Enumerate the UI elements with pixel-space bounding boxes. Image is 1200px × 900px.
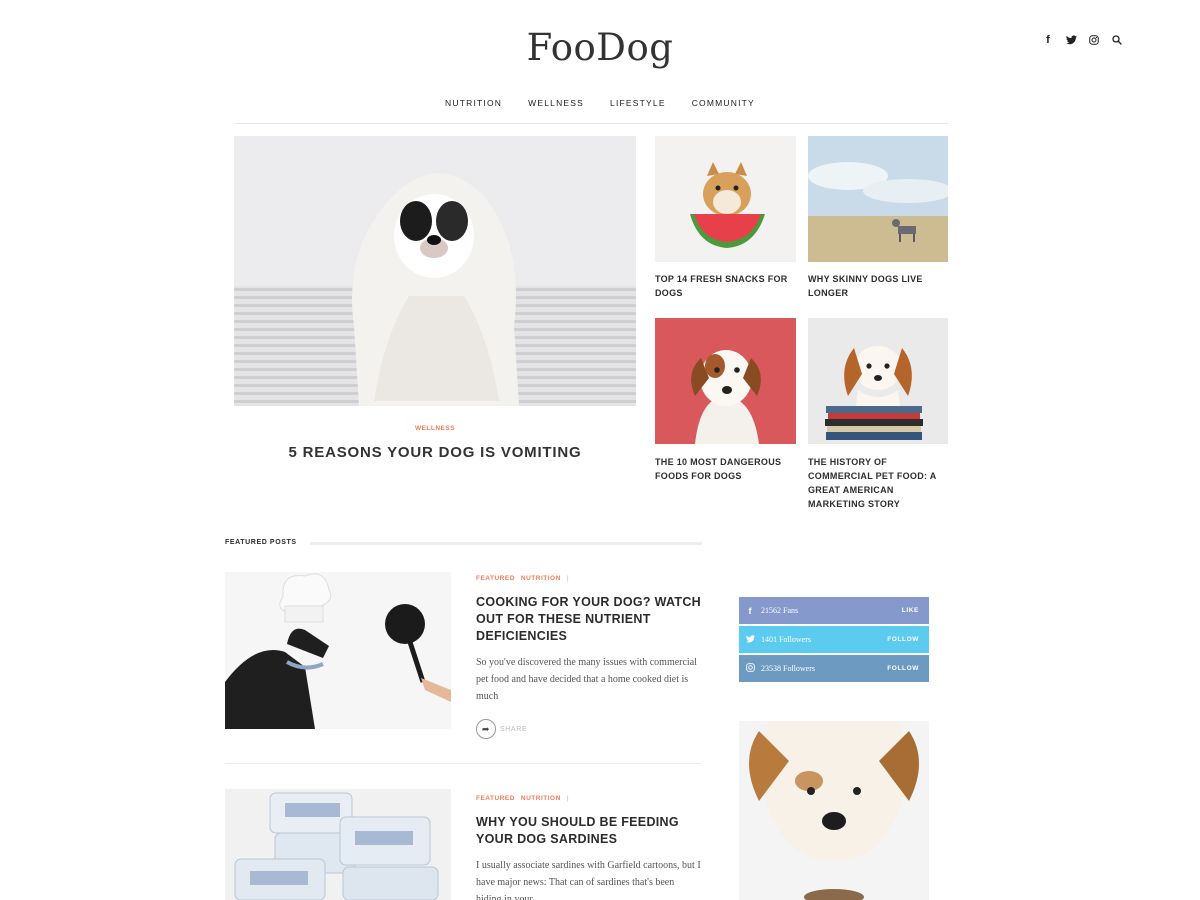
- post-title[interactable]: WHY YOU SHOULD BE FEEDING YOUR DOG SARDI…: [476, 814, 702, 848]
- header-divider: [234, 123, 948, 124]
- social-instagram-row[interactable]: 23538 Followers FOLLOW: [739, 655, 929, 682]
- main-nav: NUTRITION WELLNESS LIFESTYLE COMMUNITY: [0, 98, 1200, 108]
- instagram-icon: [739, 663, 761, 674]
- instagram-icon[interactable]: [1087, 33, 1101, 47]
- post-excerpt: I usually associate sardines with Garfie…: [476, 860, 701, 900]
- post-categories: FEATURED NUTRITION |: [476, 575, 569, 582]
- social-twitter-row[interactable]: 1401 Followers FOLLOW: [739, 626, 929, 653]
- post-categories: FEATURED NUTRITION |: [476, 795, 569, 802]
- grid-title-snacks[interactable]: TOP 14 FRESH SNACKS FOR DOGS: [655, 272, 796, 300]
- site-logo[interactable]: FooDog: [0, 26, 1200, 69]
- twitter-followers-count: 1401 Followers: [761, 635, 811, 644]
- post-image-sardines[interactable]: [225, 789, 451, 900]
- category-divider: |: [566, 575, 570, 582]
- share-button[interactable]: ➦ SHARE: [476, 719, 527, 739]
- instagram-followers-count: 23538 Followers: [761, 664, 815, 673]
- header-social-links: f: [1041, 33, 1124, 47]
- nav-item-nutrition[interactable]: NUTRITION: [445, 98, 502, 108]
- twitter-icon: [739, 634, 761, 645]
- nav-item-wellness[interactable]: WELLNESS: [528, 98, 584, 108]
- twitter-follow-button[interactable]: FOLLOW: [887, 636, 929, 643]
- facebook-icon[interactable]: f: [1041, 33, 1055, 47]
- hero-category[interactable]: WELLNESS: [234, 425, 636, 432]
- social-facebook-row[interactable]: f 21562 Fans LIKE: [739, 597, 929, 624]
- search-icon[interactable]: [1110, 33, 1124, 47]
- instagram-follow-button[interactable]: FOLLOW: [887, 665, 929, 672]
- grid-image-pet-food-history[interactable]: [808, 318, 948, 444]
- grid-title-pet-food-history[interactable]: THE HISTORY OF COMMERCIAL PET FOOD: A GR…: [808, 455, 948, 511]
- twitter-icon[interactable]: [1064, 33, 1078, 47]
- category-featured[interactable]: FEATURED: [476, 795, 515, 802]
- category-nutrition[interactable]: NUTRITION: [521, 795, 561, 802]
- facebook-like-button[interactable]: LIKE: [902, 607, 929, 614]
- post-excerpt: So you've discovered the many issues wit…: [476, 657, 697, 702]
- share-label: SHARE: [500, 725, 528, 733]
- grid-image-skinny-dogs[interactable]: [808, 136, 948, 262]
- featured-heading-line: [310, 542, 702, 545]
- category-featured[interactable]: FEATURED: [476, 575, 515, 582]
- share-icon: ➦: [476, 719, 496, 739]
- facebook-icon: f: [748, 605, 752, 616]
- category-nutrition[interactable]: NUTRITION: [521, 575, 561, 582]
- nav-item-community[interactable]: COMMUNITY: [692, 98, 755, 108]
- featured-posts-heading: FEATURED POSTS: [225, 539, 297, 546]
- post-title[interactable]: COOKING FOR YOUR DOG? WATCH OUT FOR THES…: [476, 594, 702, 645]
- grid-image-dangerous-foods[interactable]: [655, 318, 796, 444]
- hero-title[interactable]: 5 REASONS YOUR DOG IS VOMITING: [234, 444, 636, 461]
- hero-image[interactable]: [234, 136, 636, 406]
- category-divider: |: [566, 795, 570, 802]
- sidebar-ad-image[interactable]: [739, 721, 929, 900]
- nav-item-lifestyle[interactable]: LIFESTYLE: [610, 98, 666, 108]
- grid-title-skinny-dogs[interactable]: WHY SKINNY DOGS LIVE LONGER: [808, 272, 948, 300]
- facebook-fans-count: 21562 Fans: [761, 606, 799, 615]
- grid-title-dangerous-foods[interactable]: THE 10 MOST DANGEROUS FOODS FOR DOGS: [655, 455, 796, 483]
- post-separator: [225, 763, 701, 764]
- post-image-cooking[interactable]: [225, 572, 451, 729]
- grid-image-snacks[interactable]: [655, 136, 796, 262]
